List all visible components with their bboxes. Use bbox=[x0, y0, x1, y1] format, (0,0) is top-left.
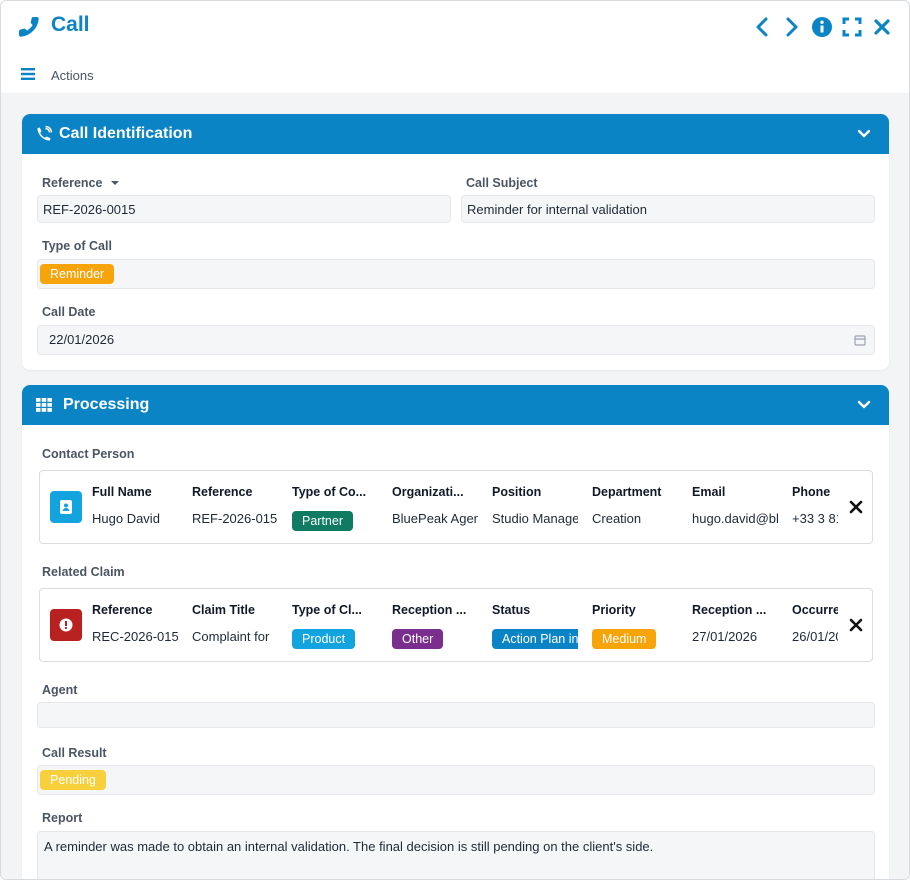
reference-label: Reference bbox=[42, 176, 120, 190]
related-claim-card[interactable]: Reference Claim Title Type of Cl... Rece… bbox=[39, 588, 873, 662]
chevron-down-icon[interactable] bbox=[857, 398, 871, 412]
contact-type-tag: Partner bbox=[292, 511, 353, 531]
phone-volume-icon bbox=[37, 126, 52, 141]
processing-section: Processing Contact Person Full Name Refe… bbox=[22, 385, 889, 879]
actions-menu-label[interactable]: Actions bbox=[51, 68, 94, 83]
close-icon[interactable] bbox=[871, 15, 893, 39]
column-header: Occurrence bbox=[792, 603, 838, 617]
column-header: Claim Title bbox=[192, 603, 255, 617]
type-of-call-tag: Reminder bbox=[40, 264, 115, 284]
title-bar: Call bbox=[1, 1, 909, 53]
section-title: Processing bbox=[63, 396, 150, 413]
section-header[interactable]: Processing bbox=[22, 385, 889, 425]
section-title: Call Identification bbox=[59, 125, 193, 142]
table-icon bbox=[36, 398, 52, 412]
contact-person-label: Contact Person bbox=[42, 447, 135, 461]
agent-field[interactable] bbox=[37, 702, 875, 728]
column-header: Department bbox=[592, 485, 662, 499]
maximize-icon[interactable] bbox=[841, 15, 863, 39]
type-of-call-field[interactable]: Reminder bbox=[37, 259, 875, 289]
claim-type-tag: Product bbox=[292, 629, 356, 649]
call-result-label: Call Result bbox=[42, 746, 107, 760]
report-label: Report bbox=[42, 811, 83, 825]
window-title: Call bbox=[51, 13, 90, 36]
menu-icon[interactable] bbox=[21, 68, 37, 80]
column-header: Status bbox=[492, 603, 531, 617]
form-content: Call Identification Reference REF-2026-0… bbox=[1, 93, 909, 879]
section-header[interactable]: Call Identification bbox=[22, 114, 889, 154]
chevron-left-icon[interactable] bbox=[751, 15, 773, 39]
contact-position: Studio Manager bbox=[492, 511, 578, 526]
call-date-value: 22/01/2026 bbox=[49, 332, 115, 347]
call-window: Call Actions Call Identification Referen… bbox=[0, 0, 910, 880]
contact-email: hugo.david@bluepeak.com bbox=[692, 511, 778, 526]
contact-organization: BluePeak Agency bbox=[392, 511, 478, 526]
contact-full-name: Hugo David bbox=[92, 511, 160, 526]
contact-reference: REF-2026-0155 bbox=[192, 511, 278, 526]
remove-icon[interactable] bbox=[848, 499, 864, 515]
column-header: Reception ... bbox=[692, 603, 767, 617]
chevron-down-icon[interactable] bbox=[857, 127, 871, 141]
column-header: Email bbox=[692, 485, 726, 499]
claim-priority-tag: Medium bbox=[592, 629, 657, 649]
column-header: Full Name bbox=[92, 485, 152, 499]
contact-department: Creation bbox=[592, 511, 642, 526]
column-header: Position bbox=[492, 485, 542, 499]
claim-reception-date: 27/01/2026 bbox=[692, 629, 758, 644]
contact-card-icon bbox=[50, 491, 82, 523]
call-result-tag: Pending bbox=[40, 770, 106, 790]
action-bar: Actions bbox=[1, 53, 909, 93]
column-header: Priority bbox=[592, 603, 636, 617]
claim-occurrence-date: 26/01/2026 bbox=[792, 629, 838, 644]
chevron-right-icon[interactable] bbox=[781, 15, 803, 39]
type-of-call-label: Type of Call bbox=[42, 239, 112, 253]
call-subject-field[interactable]: Reminder for internal validation bbox=[461, 195, 875, 223]
call-subject-label: Call Subject bbox=[466, 176, 538, 190]
column-header: Type of Cl... bbox=[292, 603, 362, 617]
claim-reception-tag: Other bbox=[392, 629, 444, 649]
phone-icon bbox=[18, 16, 39, 37]
contact-phone: +33 3 81 bbox=[792, 511, 838, 526]
column-header: Reception ... bbox=[392, 603, 467, 617]
column-header: Reference bbox=[192, 485, 253, 499]
alert-icon bbox=[50, 609, 82, 641]
column-header: Phone bbox=[792, 485, 831, 499]
window-controls bbox=[751, 15, 893, 39]
related-claim-label: Related Claim bbox=[42, 565, 125, 579]
calendar-icon[interactable] bbox=[854, 334, 866, 346]
column-header: Type of Co... bbox=[292, 485, 367, 499]
call-date-label: Call Date bbox=[42, 305, 96, 319]
call-identification-section: Call Identification Reference REF-2026-0… bbox=[22, 114, 889, 370]
agent-label: Agent bbox=[42, 683, 78, 697]
reference-field[interactable]: REF-2026-0015 bbox=[37, 195, 451, 223]
report-textarea[interactable]: A reminder was made to obtain an interna… bbox=[37, 831, 875, 879]
contact-person-card[interactable]: Full Name Reference Type of Co... Organi… bbox=[39, 470, 873, 544]
call-result-field[interactable]: Pending bbox=[37, 765, 875, 795]
column-header: Reference bbox=[92, 603, 153, 617]
claim-reference: REC-2026-0155 bbox=[92, 629, 178, 644]
info-icon[interactable] bbox=[811, 15, 833, 39]
call-date-field[interactable]: 22/01/2026 bbox=[37, 325, 875, 355]
claim-title: Complaint for bbox=[192, 629, 270, 644]
claim-status-tag: Action Plan in progress bbox=[492, 629, 578, 649]
column-header: Organizati... bbox=[392, 485, 464, 499]
remove-icon[interactable] bbox=[848, 617, 864, 633]
caret-down-icon[interactable] bbox=[110, 179, 120, 187]
